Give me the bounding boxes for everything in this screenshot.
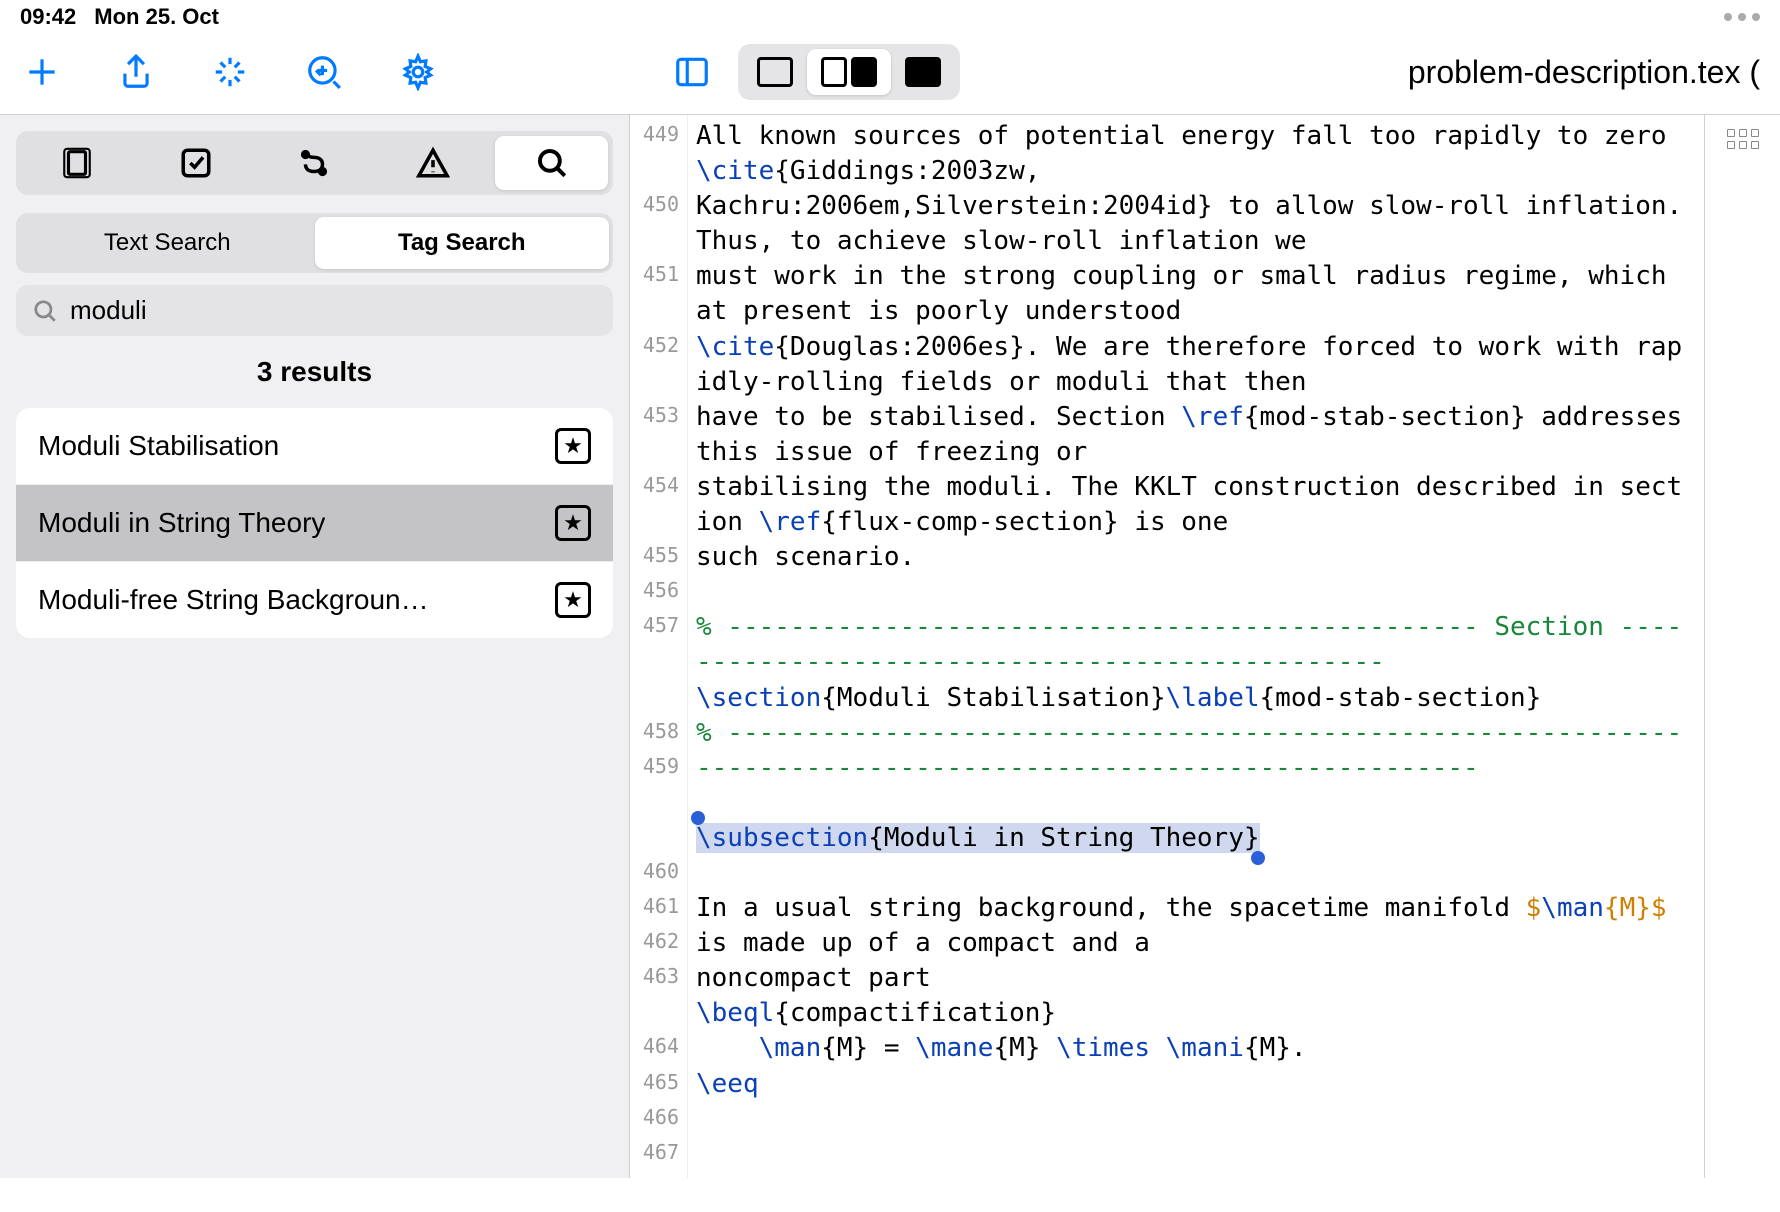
sidebar: Text Search Tag Search 3 results Moduli …: [0, 115, 630, 1178]
search-type-tabs: Text Search Tag Search: [16, 213, 613, 273]
view-mode-source-only[interactable]: [743, 49, 807, 95]
result-label: Moduli-free String Backgroun…: [38, 584, 429, 616]
tag-search-tab[interactable]: Tag Search: [315, 217, 610, 269]
result-label: Moduli in String Theory: [38, 507, 325, 539]
sidebar-tab-errors[interactable]: [377, 136, 490, 190]
results-list: Moduli Stabilisation ★ Moduli in String …: [16, 408, 613, 638]
view-mode-pdf-only[interactable]: [891, 49, 955, 95]
thumbnails-icon[interactable]: [1727, 129, 1759, 149]
sidebar-mode-tabs: [16, 131, 613, 195]
typeset-button[interactable]: [302, 50, 346, 94]
line-gutter: 4494504514524534544554564574584594604614…: [630, 115, 688, 1178]
star-icon: ★: [555, 428, 591, 464]
result-item[interactable]: Moduli in String Theory ★: [16, 485, 613, 562]
star-icon: ★: [555, 505, 591, 541]
star-icon: ★: [555, 582, 591, 618]
main-toolbar: problem-description.tex (: [0, 40, 1780, 114]
add-button[interactable]: [20, 50, 64, 94]
search-box[interactable]: [16, 285, 613, 336]
status-date: Mon 25. Oct: [94, 4, 219, 30]
settings-button[interactable]: [396, 50, 440, 94]
sidebar-tab-symbols[interactable]: [258, 136, 371, 190]
minimap-rail: [1704, 115, 1780, 1178]
sidebar-tab-todos[interactable]: [140, 136, 253, 190]
code-editor[interactable]: 4494504514524534544554564574584594604614…: [630, 115, 1780, 1178]
search-input[interactable]: [70, 295, 597, 326]
view-mode-split[interactable]: [807, 49, 891, 95]
sidebar-toggle-button[interactable]: [670, 50, 714, 94]
results-count: 3 results: [16, 356, 613, 388]
sidebar-tab-search[interactable]: [495, 136, 608, 190]
sidebar-tab-outline[interactable]: [21, 136, 134, 190]
magic-button[interactable]: [208, 50, 252, 94]
share-button[interactable]: [114, 50, 158, 94]
text-search-tab[interactable]: Text Search: [20, 217, 315, 269]
status-time: 09:42: [20, 4, 76, 30]
result-label: Moduli Stabilisation: [38, 430, 279, 462]
result-item[interactable]: Moduli-free String Backgroun… ★: [16, 562, 613, 638]
view-mode-segmented: [738, 44, 960, 100]
search-icon: [32, 298, 58, 324]
document-title: problem-description.tex (: [1408, 54, 1760, 91]
result-item[interactable]: Moduli Stabilisation ★: [16, 408, 613, 485]
status-bar: 09:42 Mon 25. Oct: [0, 0, 1780, 40]
code-content[interactable]: All known sources of potential energy fa…: [688, 115, 1704, 1178]
multitask-dots-icon[interactable]: [1724, 13, 1760, 21]
